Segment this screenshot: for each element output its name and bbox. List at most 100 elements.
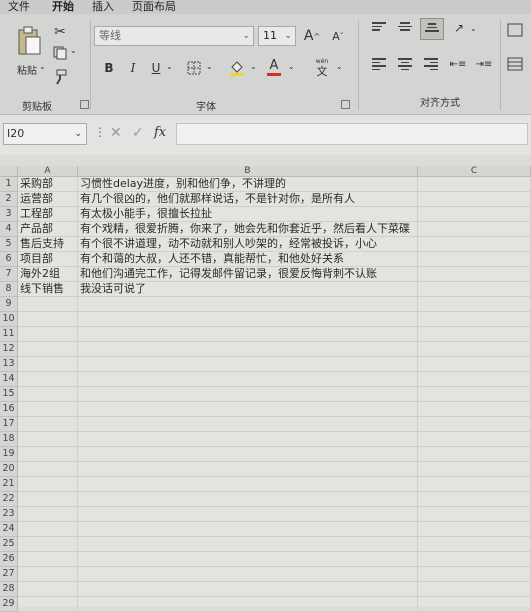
cell-b[interactable]: [78, 357, 418, 372]
font-name-combobox[interactable]: 等线 ⌄: [94, 26, 254, 46]
cell-b[interactable]: [78, 297, 418, 312]
row-header[interactable]: 24: [0, 522, 18, 537]
tab-page-layout[interactable]: 页面布局: [132, 0, 176, 14]
row-header[interactable]: 28: [0, 582, 18, 597]
bold-button[interactable]: B: [102, 60, 116, 76]
row-header[interactable]: 2: [0, 192, 18, 207]
cell-a[interactable]: 售后支持: [18, 237, 78, 252]
cell-c[interactable]: [418, 297, 531, 312]
tab-file[interactable]: 文件: [8, 0, 30, 14]
cell-b[interactable]: [78, 552, 418, 567]
cell-c[interactable]: [418, 237, 531, 252]
align-top-icon[interactable]: [372, 22, 386, 34]
cell-c[interactable]: [418, 282, 531, 297]
cell-c[interactable]: [418, 357, 531, 372]
cell-a[interactable]: [18, 432, 78, 447]
cell-b[interactable]: 有几个很凶的，他们就那样说话，不是针对你，是所有人: [78, 192, 418, 207]
cell-c[interactable]: [418, 537, 531, 552]
cell-a[interactable]: [18, 492, 78, 507]
increase-indent-icon[interactable]: ⇥≡: [474, 56, 494, 72]
cell-a[interactable]: [18, 372, 78, 387]
cell-c[interactable]: [418, 252, 531, 267]
cell-a[interactable]: [18, 552, 78, 567]
cell-a[interactable]: [18, 522, 78, 537]
name-box[interactable]: I20 ⌄: [3, 123, 87, 145]
cell-a[interactable]: 产品部: [18, 222, 78, 237]
cell-b[interactable]: 我没话可说了: [78, 282, 418, 297]
select-all-corner[interactable]: [0, 166, 18, 177]
formula-input[interactable]: [176, 123, 528, 145]
cell-b[interactable]: [78, 417, 418, 432]
borders-dropdown-icon[interactable]: ⌄: [206, 62, 213, 71]
row-header[interactable]: 25: [0, 537, 18, 552]
cell-a[interactable]: 项目部: [18, 252, 78, 267]
cell-a[interactable]: [18, 357, 78, 372]
cell-c[interactable]: [418, 477, 531, 492]
cell-b[interactable]: [78, 492, 418, 507]
cell-b[interactable]: 有个戏精，很爱折腾，你来了，她会先和你套近乎，然后看人下菜碟: [78, 222, 418, 237]
cell-b[interactable]: [78, 372, 418, 387]
cell-b[interactable]: 和他们沟通完工作，记得发邮件留记录，很爱反悔背刺不认账: [78, 267, 418, 282]
underline-dropdown-icon[interactable]: ⌄: [166, 62, 173, 71]
cell-a[interactable]: 海外2组: [18, 267, 78, 282]
cell-c[interactable]: [418, 177, 531, 192]
merge-center-icon[interactable]: [506, 56, 524, 72]
grow-font-button[interactable]: A ^: [302, 26, 322, 46]
cell-c[interactable]: [418, 432, 531, 447]
cell-a[interactable]: [18, 387, 78, 402]
wrap-text-icon[interactable]: [506, 22, 524, 38]
cell-c[interactable]: [418, 267, 531, 282]
cell-c[interactable]: [418, 327, 531, 342]
cell-c[interactable]: [418, 222, 531, 237]
cell-b[interactable]: [78, 312, 418, 327]
cell-c[interactable]: [418, 192, 531, 207]
font-color-icon[interactable]: A: [266, 57, 282, 77]
align-middle-icon[interactable]: [398, 22, 412, 34]
cell-c[interactable]: [418, 507, 531, 522]
cell-c[interactable]: [418, 597, 531, 612]
cell-a[interactable]: [18, 507, 78, 522]
row-header[interactable]: 6: [0, 252, 18, 267]
column-header-a[interactable]: A: [18, 166, 78, 177]
font-color-dropdown-icon[interactable]: ⌄: [288, 62, 295, 71]
cell-a[interactable]: 工程部: [18, 207, 78, 222]
column-header-c[interactable]: C: [418, 166, 531, 177]
cell-a[interactable]: [18, 297, 78, 312]
cell-c[interactable]: [418, 582, 531, 597]
row-header[interactable]: 26: [0, 552, 18, 567]
cell-b[interactable]: [78, 387, 418, 402]
paste-dropdown-icon[interactable]: ⌄: [39, 62, 46, 71]
row-header[interactable]: 14: [0, 372, 18, 387]
row-header[interactable]: 16: [0, 402, 18, 417]
cancel-entry-icon[interactable]: ✕: [110, 125, 122, 141]
row-header[interactable]: 7: [0, 267, 18, 282]
row-header[interactable]: 15: [0, 387, 18, 402]
cell-c[interactable]: [418, 552, 531, 567]
row-header[interactable]: 20: [0, 462, 18, 477]
font-size-combobox[interactable]: 11 ⌄: [258, 26, 296, 46]
font-launcher-icon[interactable]: [341, 100, 350, 109]
align-left-icon[interactable]: [372, 58, 386, 70]
copy-icon[interactable]: [52, 45, 68, 61]
copy-dropdown-icon[interactable]: ⌄: [70, 46, 77, 55]
confirm-entry-icon[interactable]: ✓: [132, 125, 144, 141]
cell-b[interactable]: [78, 447, 418, 462]
row-header[interactable]: 27: [0, 567, 18, 582]
cell-b[interactable]: [78, 402, 418, 417]
row-header[interactable]: 12: [0, 342, 18, 357]
cell-b[interactable]: [78, 462, 418, 477]
cell-c[interactable]: [418, 402, 531, 417]
cell-a[interactable]: [18, 477, 78, 492]
align-center-icon[interactable]: [398, 58, 412, 70]
italic-button[interactable]: I: [126, 60, 140, 76]
paste-label[interactable]: 粘贴: [17, 62, 37, 77]
paste-icon[interactable]: [14, 24, 44, 58]
row-header[interactable]: 21: [0, 477, 18, 492]
row-header[interactable]: 5: [0, 237, 18, 252]
cell-b[interactable]: [78, 567, 418, 582]
cell-c[interactable]: [418, 522, 531, 537]
cell-a[interactable]: [18, 462, 78, 477]
font-size-dropdown-icon[interactable]: ⌄: [284, 27, 292, 45]
cell-c[interactable]: [418, 342, 531, 357]
row-header[interactable]: 22: [0, 492, 18, 507]
